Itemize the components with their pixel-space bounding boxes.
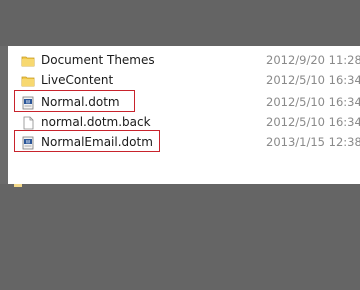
file-date: 2013/1/15 12:38 [266,135,360,149]
annotation-box-normal-dotm [14,90,135,112]
file-row-document-themes[interactable]: Document Themes 2012/9/20 11:28 [8,50,360,70]
file-name: LiveContent [41,73,114,87]
file-icon [21,115,35,130]
folder-icon [21,53,35,67]
file-date: 2012/5/10 16:34 [266,95,360,109]
file-name: normal.dotm.back [41,115,151,129]
file-row-livecontent[interactable]: LiveContent 2012/5/10 16:34 [8,70,360,90]
file-date: 2012/5/10 16:34 [266,115,360,129]
file-row-normal-dotm-back[interactable]: normal.dotm.back 2012/5/10 16:34 [8,112,360,132]
selection-marker [14,184,22,187]
annotation-box-normalemail-dotm [14,130,160,152]
dark-background-top [0,0,360,46]
file-date: 2012/9/20 11:28 [266,53,360,67]
dark-background-bottom [0,184,360,290]
file-date: 2012/5/10 16:34 [266,73,360,87]
folder-icon [21,73,35,87]
file-name: Document Themes [41,53,155,67]
